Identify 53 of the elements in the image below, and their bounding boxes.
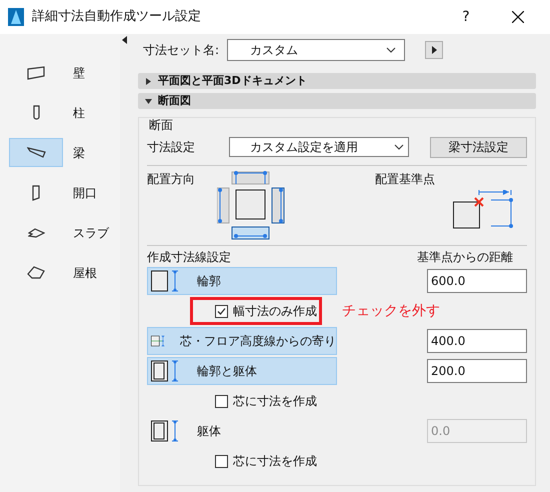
sidebar-item-icon xyxy=(27,66,45,80)
dimension-line-row[interactable]: 輪郭 xyxy=(147,267,337,295)
sidebar-item-label: 屋根 xyxy=(73,264,97,282)
help-button[interactable]: ? xyxy=(446,6,486,28)
distance-field[interactable]: 200.0 xyxy=(427,359,527,383)
sidebar-item-label: スラブ xyxy=(73,224,109,242)
checkbox-label: 芯に寸法を作成 xyxy=(233,393,317,410)
checkbox-label: 芯に寸法を作成 xyxy=(233,453,317,470)
sidebar-item-icon xyxy=(32,184,40,200)
sidebar-item-icon xyxy=(32,105,40,120)
sidebar-item[interactable]: 柱 xyxy=(8,98,114,127)
sidebar-item[interactable]: 開口 xyxy=(8,178,114,207)
chevron-down-icon xyxy=(394,144,404,150)
caret-down-icon xyxy=(145,98,152,104)
setting-label: 寸法設定 xyxy=(147,139,196,156)
play-icon xyxy=(432,46,437,54)
beam-settings-button[interactable]: 梁寸法設定 xyxy=(430,136,527,158)
checkbox[interactable] xyxy=(215,394,228,408)
sidebar-item-icon xyxy=(26,147,46,158)
sidebar-item-label: 壁 xyxy=(73,64,85,82)
caret-right-icon xyxy=(145,78,152,84)
sidebar-item-label: 柱 xyxy=(73,104,85,122)
sidebar-item-icon xyxy=(28,228,44,238)
checkbox[interactable] xyxy=(215,304,228,318)
checkbox[interactable] xyxy=(215,454,228,468)
sidebar-item[interactable]: 壁 xyxy=(8,58,114,87)
next-button[interactable] xyxy=(425,41,444,59)
sidebar-item[interactable]: スラブ xyxy=(8,218,114,247)
dimension-line-row[interactable]: 芯・フロア高度線からの寄り xyxy=(147,327,337,355)
checkbox-label: 幅寸法のみ作成 xyxy=(233,303,317,320)
sidebar-item-label: 開口 xyxy=(73,184,97,202)
dimension-set-label: 寸法セット名: xyxy=(143,42,220,59)
section-header[interactable]: 平面図と平面3Dドキュメント xyxy=(138,73,536,89)
app-logo-icon xyxy=(8,8,24,26)
lines-heading: 作成寸法線設定 xyxy=(147,249,231,266)
distance-field[interactable]: 600.0 xyxy=(427,269,527,293)
close-icon xyxy=(512,11,524,23)
placement-direction-label: 配置方向 xyxy=(147,171,196,188)
chevron-down-icon xyxy=(386,47,396,53)
setting-dropdown[interactable]: カスタム設定を適用 xyxy=(229,137,409,157)
annotation-text: チェックを外す xyxy=(342,302,440,320)
sidebar-item-label: 梁 xyxy=(73,144,85,162)
distance-field[interactable]: 400.0 xyxy=(427,329,527,353)
sidebar-item[interactable]: 屋根 xyxy=(8,258,114,287)
sidebar-item-icon xyxy=(27,266,45,279)
group-title: 断面 xyxy=(149,117,174,133)
section-header[interactable]: 断面図 xyxy=(138,93,536,109)
collapse-arrow-icon[interactable] xyxy=(122,36,126,44)
distance-heading: 基準点からの距離 xyxy=(417,249,513,266)
dimension-line-row[interactable]: 輪郭と躯体 xyxy=(147,357,337,385)
dimension-set-dropdown[interactable]: カスタム xyxy=(227,39,406,61)
window-title: 詳細寸法自動作成ツール設定 xyxy=(32,8,201,26)
reference-point-label: 配置基準点 xyxy=(375,171,436,188)
